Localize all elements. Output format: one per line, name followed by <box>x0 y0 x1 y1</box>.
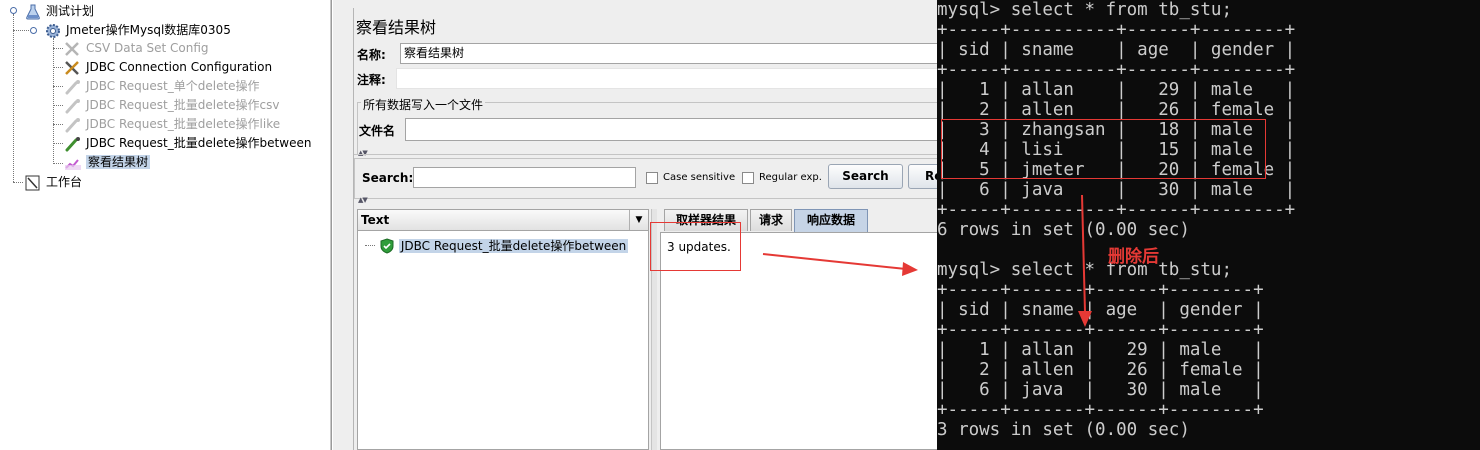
arrow-line <box>1081 194 1086 313</box>
arrow-head-icon <box>1078 311 1092 327</box>
arrow-head-icon <box>902 262 918 276</box>
arrow-line <box>762 253 907 270</box>
annotation-arrows <box>762 194 1092 327</box>
